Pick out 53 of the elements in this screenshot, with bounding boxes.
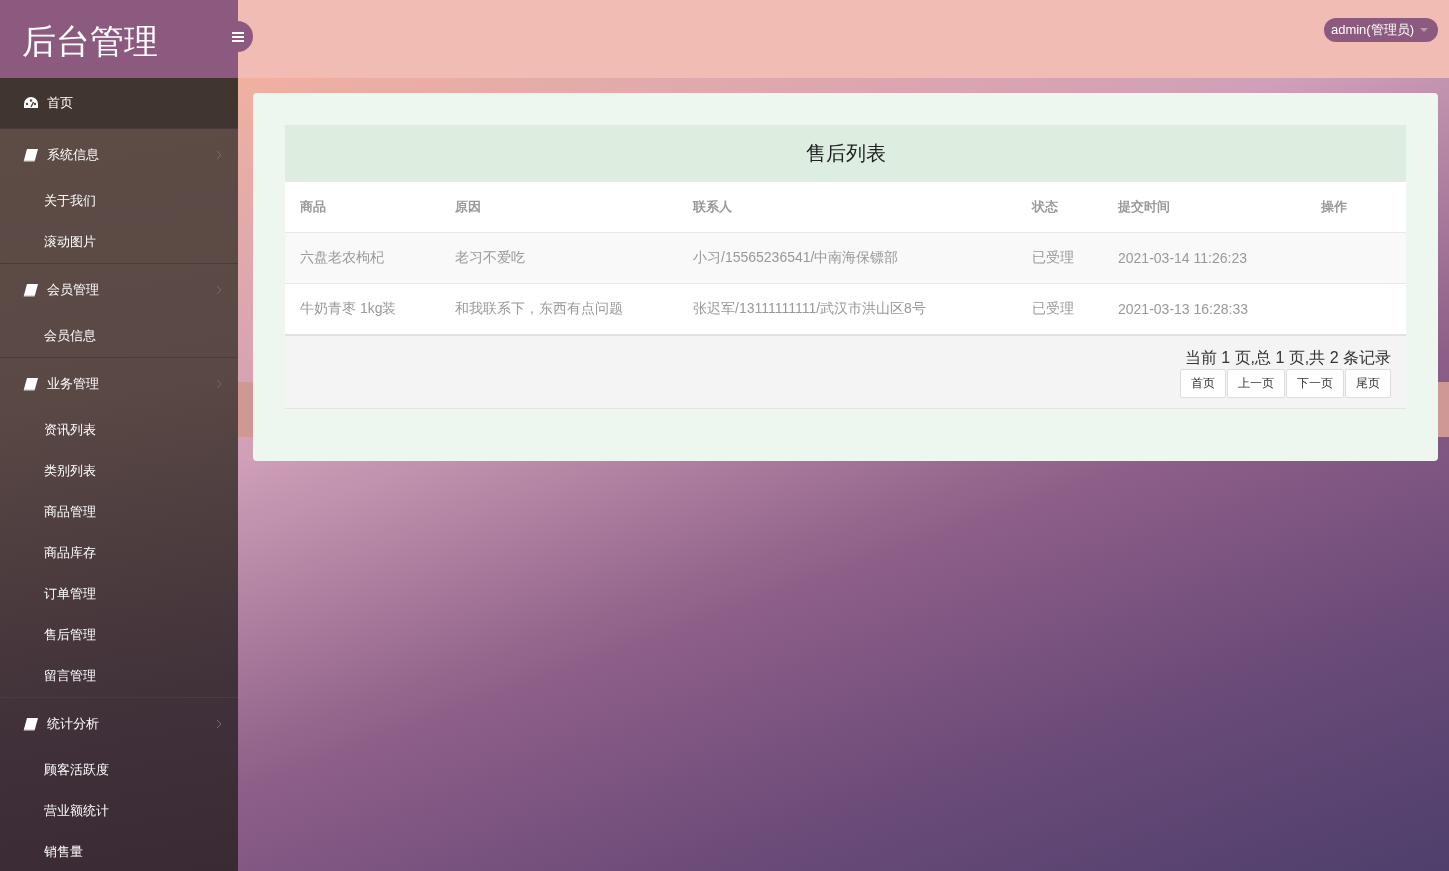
sidebar-group[interactable]: 统计分析 — [0, 698, 238, 750]
page-button[interactable]: 上一页 — [1227, 369, 1285, 398]
table-cell: 老习不爱吃 — [455, 249, 525, 265]
caret-icon — [1420, 28, 1428, 32]
sidebar-item[interactable]: 关于我们 — [0, 181, 238, 222]
sidebar-item[interactable]: 滚动图片 — [0, 222, 238, 263]
sidebar-item[interactable]: 售后管理 — [0, 615, 238, 656]
sidebar-group[interactable]: 系统信息 — [0, 129, 238, 181]
column-header: 原因 — [440, 182, 678, 233]
table-cell: 小习/15565236541/中南海保镖部 — [693, 249, 899, 265]
sidebar-group[interactable]: 会员管理 — [0, 264, 238, 316]
column-header: 操作 — [1306, 182, 1406, 233]
user-menu[interactable]: admin(管理员) — [1323, 18, 1438, 42]
page-button[interactable]: 下一页 — [1286, 369, 1344, 398]
table-cell: 已受理 — [1032, 300, 1074, 316]
panel-title: 售后列表 — [285, 125, 1406, 182]
book-icon — [23, 377, 39, 391]
sidebar-item[interactable]: 销售量 — [0, 832, 238, 871]
table-cell: 六盘老农枸杞 — [300, 249, 384, 265]
sidebar-item[interactable]: 订单管理 — [0, 574, 238, 615]
chevron-icon — [216, 719, 222, 729]
column-header: 联系人 — [678, 182, 1017, 233]
sidebar-group[interactable]: 业务管理 — [0, 358, 238, 410]
book-icon — [23, 148, 39, 162]
sidebar-item[interactable]: 顾客活跃度 — [0, 750, 238, 791]
sidebar-item[interactable]: 会员信息 — [0, 316, 238, 357]
sidebar-item[interactable]: 首页 — [0, 78, 238, 128]
logo-title: 后台管理 — [0, 0, 238, 78]
book-icon — [23, 283, 39, 297]
page-button[interactable]: 首页 — [1180, 369, 1226, 398]
sidebar-item[interactable]: 留言管理 — [0, 656, 238, 697]
menu-icon — [231, 31, 244, 42]
page-button[interactable]: 尾页 — [1345, 369, 1391, 398]
table-cell: 2021-03-14 11:26:23 — [1118, 250, 1247, 266]
chevron-icon — [216, 285, 222, 295]
table-cell: 张迟军/13111111111/武汉市洪山区8号 — [693, 300, 926, 316]
sidebar-item[interactable]: 资讯列表 — [0, 410, 238, 451]
chevron-icon — [216, 379, 222, 389]
sidebar-item[interactable]: 营业额统计 — [0, 791, 238, 832]
chevron-icon — [216, 150, 222, 160]
table-cell: 已受理 — [1032, 249, 1074, 265]
dashboard-icon — [23, 96, 39, 110]
table-cell: 2021-03-13 16:28:33 — [1118, 301, 1248, 317]
table-cell: 和我联系下，东西有点问题 — [455, 300, 623, 316]
column-header: 提交时间 — [1103, 182, 1306, 233]
sidebar-item[interactable]: 类别列表 — [0, 451, 238, 492]
sidebar-item[interactable]: 商品库存 — [0, 533, 238, 574]
column-header: 商品 — [285, 182, 440, 233]
column-header: 状态 — [1017, 182, 1103, 233]
pagination-summary: 当前 1 页,总 1 页,共 2 条记录 — [1184, 348, 1391, 368]
table-cell: 牛奶青枣 1kg装 — [300, 300, 397, 316]
book-icon — [23, 717, 39, 731]
sidebar-item[interactable]: 商品管理 — [0, 492, 238, 533]
